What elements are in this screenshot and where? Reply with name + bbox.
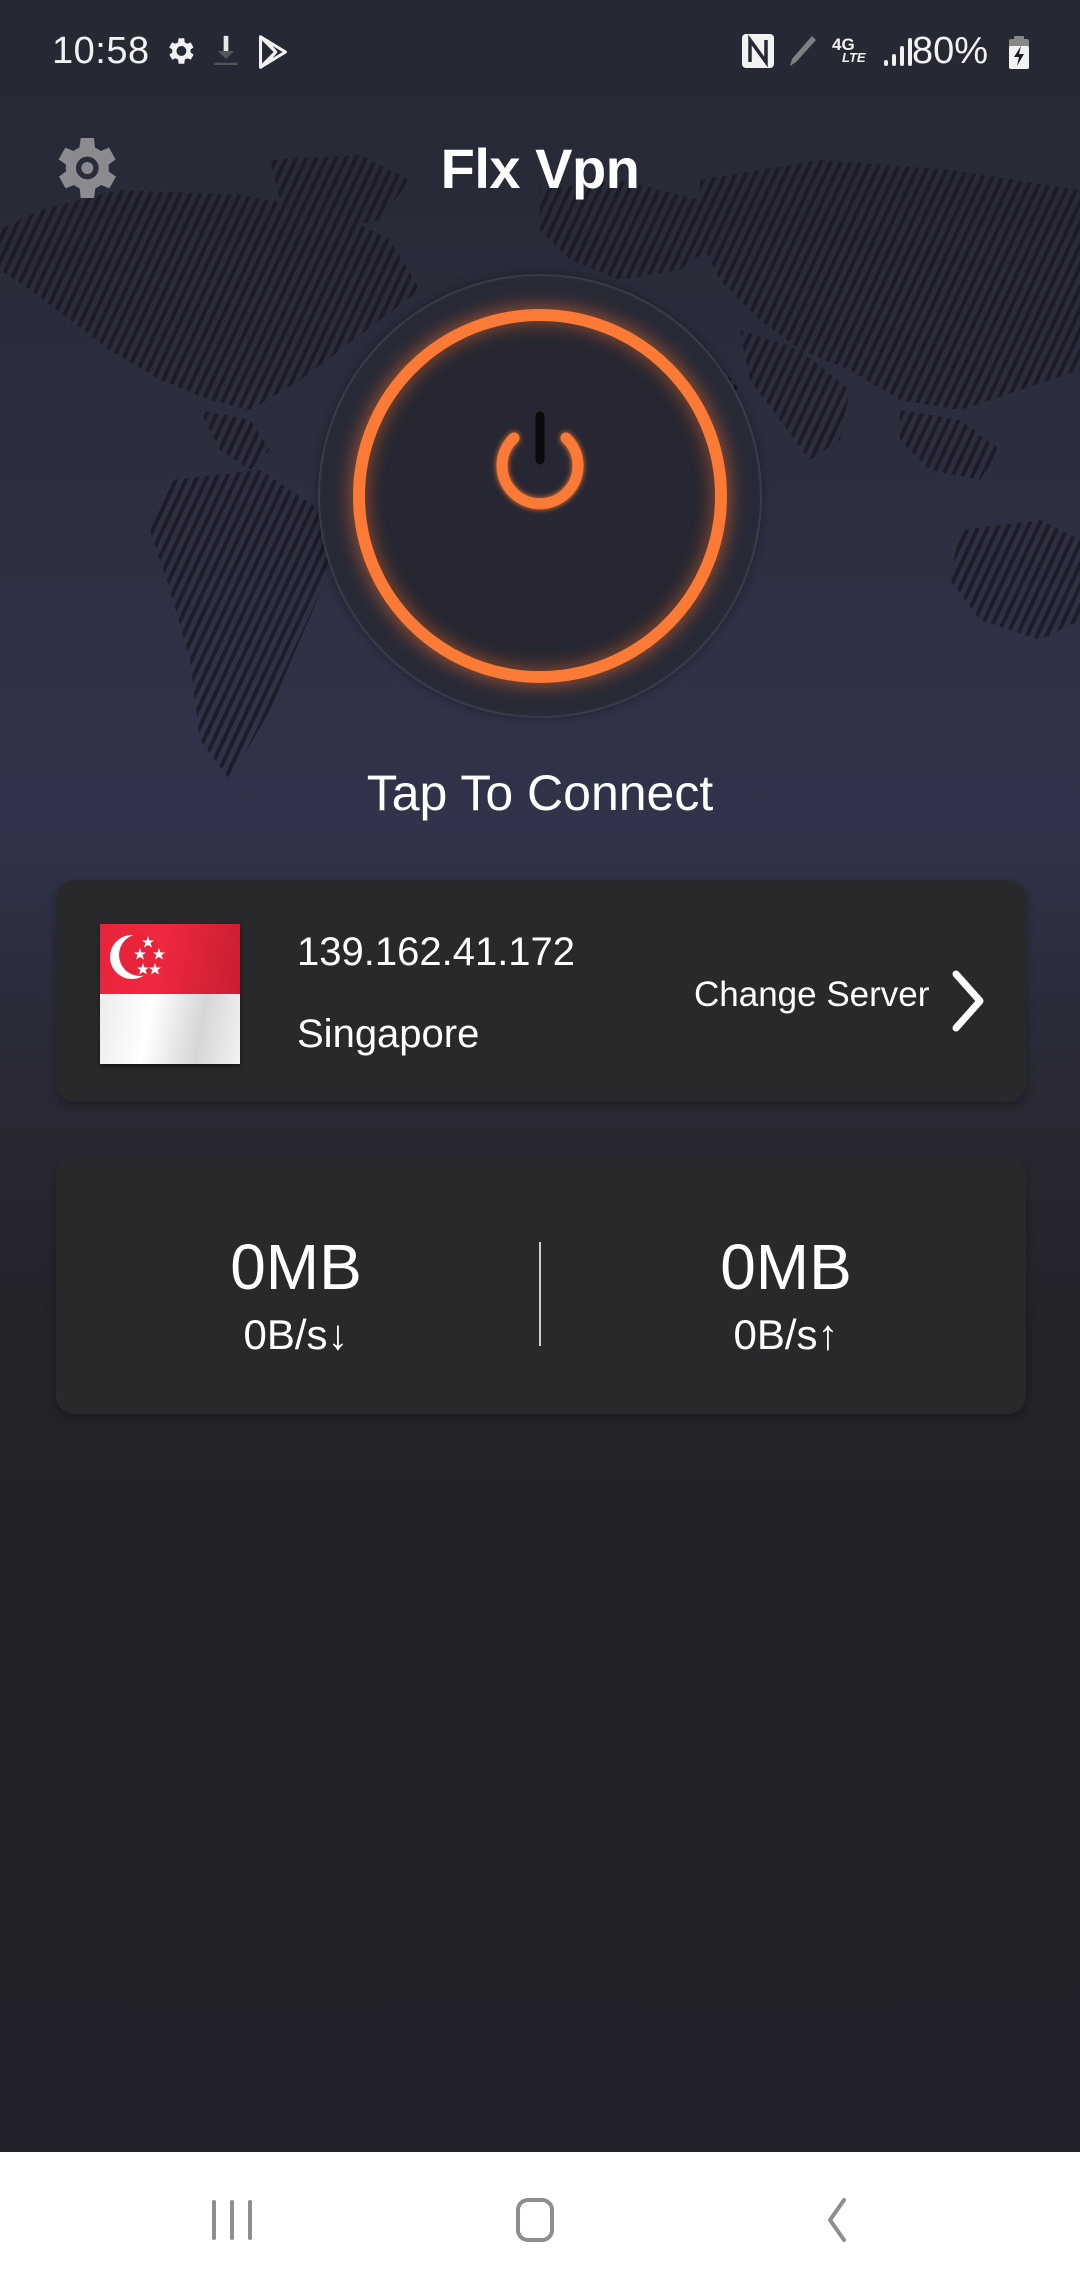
nfc-icon: [742, 34, 774, 68]
system-nav-bar: [0, 2152, 1080, 2280]
chevron-right-icon[interactable]: [948, 968, 988, 1034]
singapore-flag: [100, 924, 240, 1064]
download-total: 0MB: [230, 1231, 362, 1303]
back-button[interactable]: [796, 2190, 876, 2250]
status-bar: 10:58 4G LTE 80%: [0, 0, 1080, 110]
recents-button[interactable]: [192, 2190, 272, 2250]
recents-icon: [212, 2200, 252, 2240]
power-icon: [496, 411, 584, 510]
signal-icon: [884, 38, 912, 66]
play-store-icon: [259, 35, 287, 69]
battery-percent: 80%: [911, 30, 988, 72]
connect-status-label[interactable]: Tap To Connect: [0, 764, 1080, 822]
battery-charging-icon: [1009, 36, 1029, 69]
upload-stat: 0MB 0B/s↑: [636, 1232, 936, 1360]
upload-total: 0MB: [720, 1231, 852, 1303]
change-server-button[interactable]: Change Server: [694, 975, 929, 1015]
traffic-stats-card: 0MB 0B/s↓ 0MB 0B/s↑: [56, 1156, 1026, 1414]
download-icon: [214, 35, 238, 65]
4g-lte-icon: 4G LTE: [832, 35, 866, 65]
pen-icon: [790, 36, 816, 66]
server-country: Singapore: [297, 1012, 480, 1056]
settings-icon: [169, 38, 194, 64]
home-icon: [516, 2198, 554, 2242]
stats-divider: [539, 1242, 541, 1346]
server-ip: 139.162.41.172: [297, 930, 576, 974]
download-stat: 0MB 0B/s↓: [146, 1232, 446, 1360]
upload-speed: 0B/s↑: [733, 1311, 839, 1358]
server-card[interactable]: 139.162.41.172 Singapore Change Server: [56, 880, 1026, 1102]
app-title: Flx Vpn: [440, 137, 640, 200]
back-icon: [828, 2198, 846, 2242]
home-button[interactable]: [494, 2190, 574, 2250]
status-time: 10:58: [52, 30, 150, 72]
download-speed: 0B/s↓: [243, 1311, 349, 1358]
crescent-stars-icon: [110, 934, 165, 979]
app-screen: 10:58 4G LTE 80% Flx Vpn Tap To Connect …: [0, 0, 1080, 2152]
